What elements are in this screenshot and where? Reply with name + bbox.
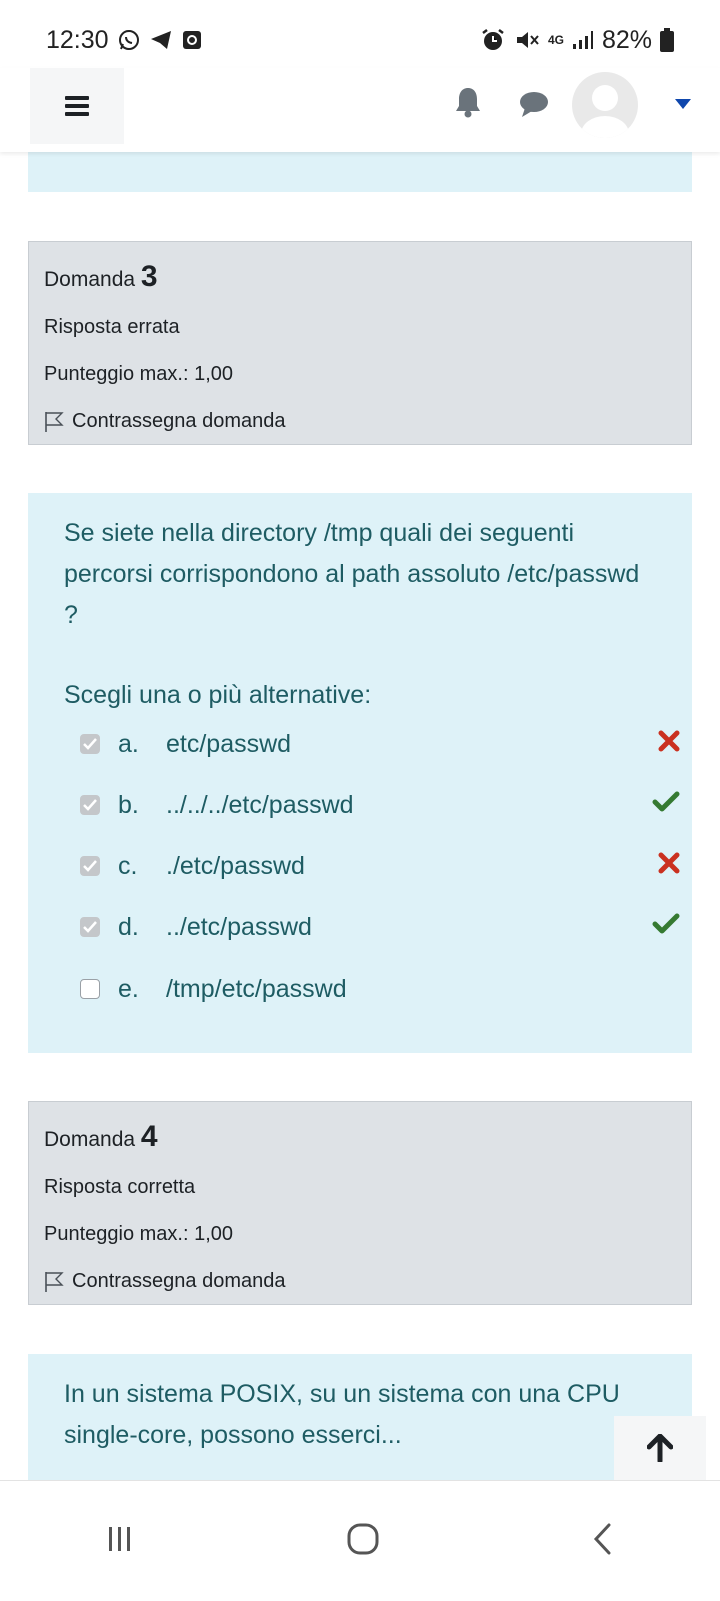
question-content-3: Se siete nella directory /tmp quali dei … — [28, 493, 692, 1053]
check-icon — [652, 913, 680, 942]
question-title: Domanda 3 — [44, 260, 676, 294]
battery-icon — [660, 28, 674, 52]
previous-question-text — [28, 150, 692, 192]
question-number: 4 — [140, 1120, 158, 1153]
home-icon — [347, 1523, 379, 1554]
question-grade: Punteggio max.: 1,00 — [44, 1223, 234, 1245]
option-text: ../../../etc/passwd — [166, 790, 354, 819]
answer-option-e: e. /tmp/etc/passwd — [80, 969, 680, 1009]
hamburger-icon — [65, 96, 89, 116]
option-letter: b. — [118, 790, 139, 819]
option-letter: a. — [118, 729, 139, 758]
chat-bubble-icon — [520, 92, 548, 117]
whatsapp-icon — [117, 28, 141, 52]
question-content-4: In un sistema POSIX, su un sistema con u… — [28, 1354, 692, 1480]
option-letter: e. — [118, 974, 139, 1003]
back-icon — [593, 1523, 611, 1554]
telegram-icon — [149, 29, 173, 51]
signal-icon — [572, 30, 594, 50]
question-info-3: Domanda 3 Risposta errata Punteggio max.… — [28, 241, 692, 445]
notification-app-icon — [181, 29, 203, 51]
question-title: Domanda 4 — [44, 1120, 676, 1154]
question-grade: Punteggio max.: 1,00 — [44, 363, 234, 385]
back-button[interactable] — [591, 1522, 615, 1561]
check-icon — [652, 791, 680, 820]
answer-checkbox-c[interactable] — [80, 856, 100, 876]
question-label: Domanda — [44, 1128, 136, 1151]
option-text: etc/passwd — [166, 729, 292, 758]
back-to-top-button[interactable] — [614, 1416, 706, 1480]
bell-icon — [456, 88, 480, 118]
answer-prompt: Scegli una o più alternative: — [64, 681, 372, 709]
option-text: ../etc/passwd — [166, 912, 312, 941]
recent-apps-button[interactable] — [105, 1524, 135, 1559]
question-state: Risposta corretta — [44, 1176, 196, 1198]
user-menu-toggle[interactable] — [675, 96, 691, 114]
option-letter: d. — [118, 912, 139, 941]
flag-question-link[interactable]: Contrassegna domanda — [44, 410, 676, 433]
flag-question-link[interactable]: Contrassegna domanda — [44, 1270, 676, 1293]
option-text: /tmp/etc/passwd — [166, 974, 347, 1003]
notifications-button[interactable] — [454, 86, 482, 123]
answer-option-b: b. ../../../etc/passwd — [80, 785, 680, 825]
answer-checkbox-a[interactable] — [80, 734, 100, 754]
answer-checkbox-b[interactable] — [80, 795, 100, 815]
avatar-icon — [581, 85, 629, 138]
question-text: In un sistema POSIX, su un sistema con u… — [64, 1380, 620, 1449]
android-navigation-bar — [0, 1480, 720, 1601]
caret-down-icon — [675, 99, 691, 109]
menu-button[interactable] — [30, 68, 124, 144]
cross-icon — [658, 730, 680, 759]
flag-question-label: Contrassegna domanda — [72, 1270, 286, 1292]
answer-option-c: c. ./etc/passwd — [80, 846, 680, 886]
answer-checkbox-e[interactable] — [80, 979, 100, 999]
user-avatar[interactable] — [572, 72, 638, 138]
mute-icon — [514, 28, 540, 52]
network-type: 4G — [547, 33, 564, 47]
recent-apps-icon — [109, 1526, 131, 1551]
question-number: 3 — [140, 260, 158, 293]
messages-button[interactable] — [519, 90, 549, 123]
question-label: Domanda — [44, 268, 136, 291]
question-state: Risposta errata — [44, 316, 180, 338]
option-text: ./etc/passwd — [166, 851, 305, 880]
alarm-icon — [480, 28, 506, 52]
flag-icon — [45, 411, 64, 432]
flag-question-label: Contrassegna domanda — [72, 410, 286, 432]
answer-checkbox-d[interactable] — [80, 917, 100, 937]
cross-icon — [658, 852, 680, 881]
arrow-up-icon — [647, 1434, 673, 1462]
question-info-4: Domanda 4 Risposta corretta Punteggio ma… — [28, 1101, 692, 1305]
top-navbar — [0, 68, 720, 152]
answer-option-d: d. ../etc/passwd — [80, 907, 680, 947]
flag-icon — [45, 1271, 64, 1292]
question-text: Se siete nella directory /tmp quali dei … — [64, 519, 640, 629]
answer-option-a: a. etc/passwd — [80, 724, 680, 764]
status-time: 12:30 — [46, 25, 109, 54]
home-button[interactable] — [346, 1522, 380, 1561]
option-letter: c. — [118, 851, 138, 880]
battery-percent: 82% — [601, 25, 652, 54]
